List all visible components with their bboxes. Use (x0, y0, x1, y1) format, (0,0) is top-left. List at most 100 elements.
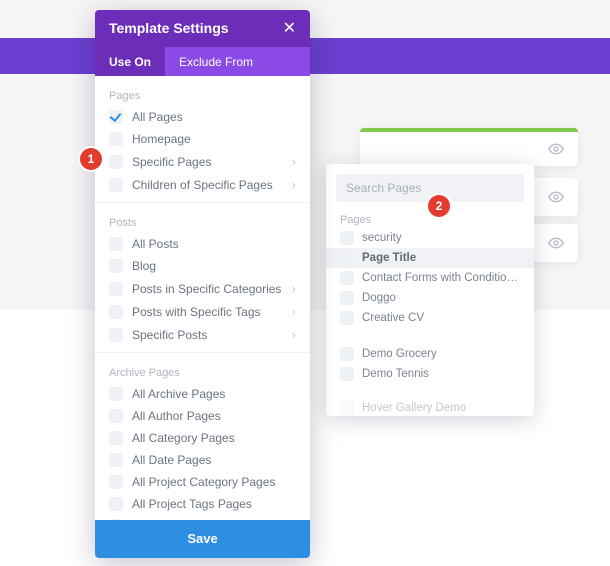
page-option[interactable]: Contact Forms with Conditional Logic (326, 268, 534, 288)
section-title-archive: Archive Pages (95, 359, 310, 383)
checkbox[interactable] (340, 271, 354, 285)
row-label: All Archive Pages (132, 387, 296, 401)
tab-exclude-from[interactable]: Exclude From (165, 47, 267, 77)
page-option[interactable]: Creative CV (326, 308, 534, 328)
row-specific-posts[interactable]: Specific Posts › (95, 323, 310, 346)
divider (95, 202, 310, 203)
row-label: All Category Pages (132, 431, 296, 445)
page-option-label: Creative CV (362, 312, 424, 324)
badge-number: 2 (436, 199, 443, 213)
page-option-label: Demo Grocery (362, 348, 437, 360)
checkbox[interactable] (340, 251, 354, 265)
save-button[interactable]: Save (95, 520, 310, 558)
row-specific-pages[interactable]: Specific Pages › (95, 150, 310, 173)
tab-use-on[interactable]: Use On (95, 47, 165, 77)
annotation-badge-2: 2 (428, 195, 450, 217)
row-label: Specific Pages (132, 155, 292, 169)
checkbox[interactable] (109, 155, 123, 169)
modal-title: Template Settings (109, 20, 229, 36)
row-all-tags[interactable]: All Tags Pages (95, 515, 310, 520)
search-input[interactable] (346, 181, 514, 195)
checkbox[interactable] (340, 291, 354, 305)
checkbox[interactable] (340, 347, 354, 361)
checkbox[interactable] (109, 387, 123, 401)
chevron-right-icon: › (292, 177, 296, 192)
row-all-pages[interactable]: All Pages (95, 106, 310, 128)
row-all-posts[interactable]: All Posts (95, 233, 310, 255)
modal-tabs: Use On Exclude From (95, 47, 310, 77)
row-label: Blog (132, 259, 296, 273)
checkbox[interactable] (109, 110, 123, 124)
chevron-right-icon: › (292, 154, 296, 169)
row-label: Posts with Specific Tags (132, 305, 292, 319)
row-homepage[interactable]: Homepage (95, 128, 310, 150)
row-blog[interactable]: Blog (95, 255, 310, 277)
row-posts-tags[interactable]: Posts with Specific Tags › (95, 300, 310, 323)
row-all-archive[interactable]: All Archive Pages (95, 383, 310, 405)
row-all-project-category[interactable]: All Project Category Pages (95, 471, 310, 493)
section-title-pages: Pages (95, 82, 310, 106)
row-label: All Tags Pages (132, 519, 296, 520)
spacer (326, 328, 534, 344)
save-button-label: Save (187, 531, 217, 546)
modal-scroll[interactable]: Pages All Pages Homepage Specific Pages … (95, 76, 310, 520)
page-option[interactable]: Doggo (326, 288, 534, 308)
checkbox[interactable] (109, 453, 123, 467)
row-all-date[interactable]: All Date Pages (95, 449, 310, 471)
page-option-label: Doggo (362, 292, 396, 304)
row-label: All Project Tags Pages (132, 497, 296, 511)
chevron-right-icon: › (292, 304, 296, 319)
page-option-label: Demo Tennis (362, 368, 429, 380)
checkbox[interactable] (109, 132, 123, 146)
page-option[interactable]: Demo Grocery (326, 344, 534, 364)
page-option[interactable]: security (326, 228, 534, 248)
row-all-category[interactable]: All Category Pages (95, 427, 310, 449)
row-label: All Date Pages (132, 453, 296, 467)
layout-card (360, 128, 578, 166)
chevron-right-icon: › (292, 327, 296, 342)
eye-icon[interactable] (548, 141, 564, 157)
spacer (326, 384, 534, 398)
checkbox[interactable] (109, 475, 123, 489)
row-label: All Project Category Pages (132, 475, 296, 489)
page-option[interactable]: Demo Tennis (326, 364, 534, 384)
checkbox[interactable] (109, 178, 123, 192)
checkbox[interactable] (109, 282, 123, 296)
checkbox[interactable] (340, 231, 354, 245)
page-option-label: Page Title (362, 252, 416, 264)
row-label: Homepage (132, 132, 296, 146)
tab-label: Exclude From (179, 55, 253, 69)
row-label: Children of Specific Pages (132, 178, 292, 192)
checkbox[interactable] (109, 259, 123, 273)
eye-icon[interactable] (548, 235, 564, 251)
checkbox[interactable] (109, 519, 123, 520)
row-children-specific-pages[interactable]: Children of Specific Pages › (95, 173, 310, 196)
checkbox[interactable] (340, 367, 354, 381)
page-option-label: security (362, 232, 402, 244)
row-all-author[interactable]: All Author Pages (95, 405, 310, 427)
checkbox[interactable] (109, 328, 123, 342)
checkbox[interactable] (109, 237, 123, 251)
page-option[interactable]: Page Title (326, 248, 534, 268)
row-all-project-tags[interactable]: All Project Tags Pages (95, 493, 310, 515)
checkbox[interactable] (340, 401, 354, 415)
divider (95, 352, 310, 353)
page-option-label: Contact Forms with Conditional Logic (362, 272, 520, 284)
checkbox[interactable] (109, 305, 123, 319)
annotation-badge-1: 1 (80, 148, 102, 170)
row-label: All Pages (132, 110, 296, 124)
row-label: Posts in Specific Categories (132, 282, 292, 296)
page-option-label: Hover Gallery Demo (362, 402, 466, 414)
checkbox[interactable] (340, 311, 354, 325)
badge-number: 1 (88, 152, 95, 166)
row-label: Specific Posts (132, 328, 292, 342)
eye-icon[interactable] (548, 189, 564, 205)
checkbox[interactable] (109, 431, 123, 445)
row-posts-categories[interactable]: Posts in Specific Categories › (95, 277, 310, 300)
checkbox[interactable] (109, 497, 123, 511)
page-option-faded[interactable]: Hover Gallery Demo (326, 398, 534, 416)
close-icon[interactable]: ✕ (283, 18, 296, 38)
modal-header: Template Settings ✕ (95, 10, 310, 47)
checkbox[interactable] (109, 409, 123, 423)
template-settings-modal: Template Settings ✕ Use On Exclude From … (95, 10, 310, 558)
